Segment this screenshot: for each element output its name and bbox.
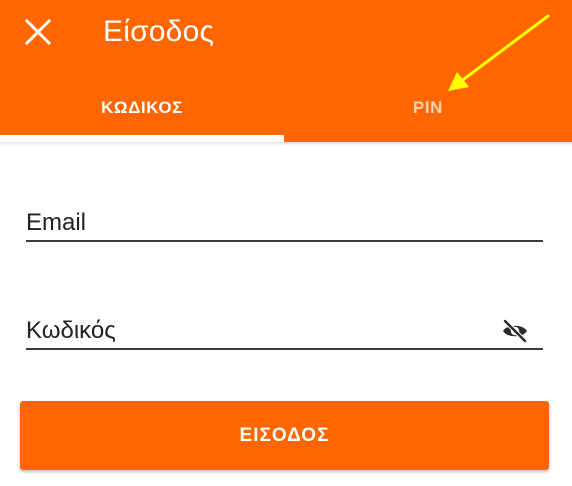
- tab-pin-label: PIN: [412, 98, 444, 117]
- tab-password-label: ΚΩΔΙΚΟΣ: [101, 98, 183, 117]
- page-title: Είσοδος: [103, 15, 215, 48]
- tab-indicator: [0, 135, 284, 142]
- eye-off-icon: [503, 319, 527, 343]
- close-icon: [25, 19, 51, 45]
- login-button[interactable]: ΕΙΣΟΔΟΣ: [20, 401, 549, 470]
- email-field[interactable]: [26, 206, 543, 240]
- app-bar-shadow: [0, 142, 572, 146]
- toggle-password-visibility-button[interactable]: [499, 316, 531, 346]
- login-screen: Είσοδος ΚΩΔΙΚΟΣ PIN ΕΙΣΟΔΟΣ: [0, 0, 572, 486]
- app-bar: Είσοδος ΚΩΔΙΚΟΣ PIN: [0, 0, 572, 142]
- email-field-container: [26, 206, 543, 242]
- annotation-arrow-icon: [448, 14, 550, 91]
- password-field-container: [26, 314, 543, 350]
- close-button[interactable]: [16, 12, 60, 52]
- tab-password[interactable]: ΚΩΔΙΚΟΣ: [0, 84, 284, 132]
- password-field[interactable]: [26, 314, 486, 348]
